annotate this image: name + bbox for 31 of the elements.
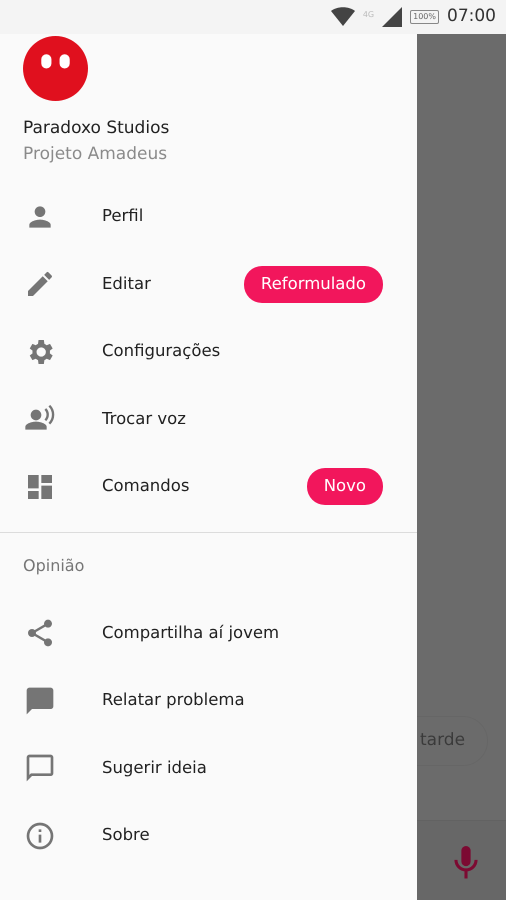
account-name: Paradoxo Studios [23, 117, 170, 140]
clock: 07:00 [447, 5, 496, 28]
menu-item[interactable]: Compartilha aí jovem [0, 600, 417, 667]
network-label: 4G [362, 9, 374, 21]
wifi-icon [330, 7, 355, 27]
menu-item[interactable]: Trocar voz [0, 386, 417, 453]
info-icon [24, 820, 56, 852]
menu-item[interactable]: Sobre [0, 802, 417, 870]
menu-item[interactable]: Configurações [0, 318, 417, 386]
menu-label: Sobre [102, 824, 150, 846]
menu-label: Configurações [102, 340, 220, 362]
menu-label: Relatar problema [102, 689, 245, 712]
battery-indicator: 100% [410, 10, 439, 24]
menu-item[interactable]: Editar Reformulado [0, 250, 417, 318]
badge: Reformulado [244, 266, 383, 303]
project-name: Projeto Amadeus [23, 143, 168, 166]
menu-label: Comandos [102, 475, 190, 498]
menu-label: Sugerir ideia [102, 756, 207, 779]
menu-label: Editar [102, 272, 151, 295]
chat-bubble-icon [24, 684, 56, 717]
signal-icon [382, 7, 402, 27]
menu-item[interactable]: Sugerir ideia [0, 734, 417, 802]
menu-item[interactable]: Comandos Novo [0, 453, 417, 520]
menu-label: Trocar voz [102, 408, 186, 430]
section-title: Opinião [23, 555, 84, 577]
menu-label: Compartilha aí jovem [102, 622, 280, 644]
menu-item[interactable]: Relatar problema [0, 667, 417, 734]
menu-label: Perfil [102, 205, 144, 228]
menu-item[interactable]: Perfil [0, 183, 417, 250]
microphone-icon[interactable] [453, 846, 479, 880]
badge: Novo [306, 468, 383, 506]
